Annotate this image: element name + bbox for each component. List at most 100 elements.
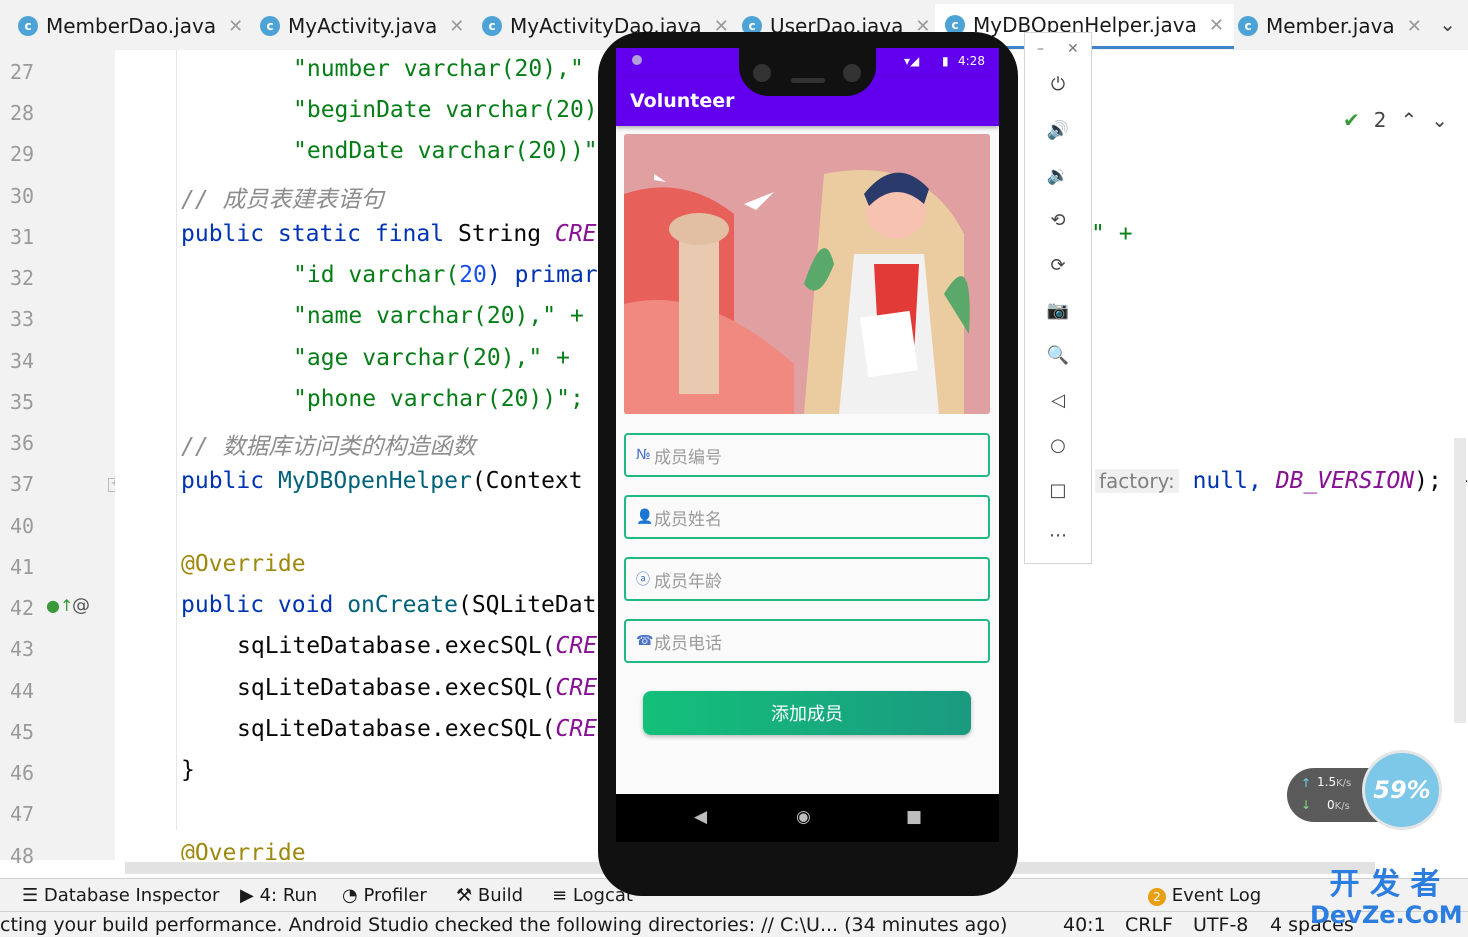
tab-label: MemberDao.java xyxy=(46,14,217,38)
add-member-button[interactable]: 添加成员 xyxy=(643,691,971,735)
home-icon[interactable]: ○ xyxy=(1046,434,1070,458)
database-inspector-tab[interactable]: ☰ Database Inspector xyxy=(22,885,219,906)
line-number: 27 xyxy=(10,60,35,84)
app-title: Volunteer xyxy=(630,90,735,112)
chevron-up-icon[interactable]: ⌃ xyxy=(1400,108,1417,132)
member-phone-placeholder: 成员电话 xyxy=(654,633,722,654)
line-gutter: 27 28 29 30 31 32 33 34 35 36 37 40 41 4… xyxy=(0,50,122,868)
profiler-tab[interactable]: ◔ Profiler xyxy=(342,885,427,906)
wifi-signal-icon: ▾◢ xyxy=(904,54,920,68)
rotate-left-icon[interactable]: ⟲ xyxy=(1046,209,1070,233)
file-encoding[interactable]: UTF-8 xyxy=(1193,914,1248,936)
member-id-input[interactable]: № 成员编号 xyxy=(624,433,990,477)
member-id-placeholder: 成员编号 xyxy=(654,447,722,468)
android-nav-bar: ◀ ◉ ■ xyxy=(616,794,999,842)
event-log-tab[interactable]: 2 Event Log xyxy=(1148,885,1261,906)
upload-speed: 1.5K/s xyxy=(1317,775,1352,789)
code-line-46: } xyxy=(181,757,195,783)
speaker-grille xyxy=(791,78,825,83)
camera-icon[interactable]: 📷 xyxy=(1046,299,1070,323)
event-log-badge: 2 xyxy=(1148,888,1166,906)
close-icon[interactable]: ✕ xyxy=(1209,15,1224,36)
phone-notch xyxy=(739,48,876,96)
code-line-27: "number varchar(20)," xyxy=(293,56,584,82)
close-icon[interactable]: ✕ xyxy=(228,16,243,37)
emulator-screen[interactable]: ▾◢ ▮ 4:28 Volunteer № 成员编号 👤 成员姓名 ⓐ 成员年龄 ☎ 成… xyxy=(616,48,999,842)
code-line-32: "id varchar(20) primar xyxy=(293,262,598,288)
status-message[interactable]: cting your build performance. Android St… xyxy=(0,914,1007,936)
check-icon: ✔ xyxy=(1342,108,1360,132)
line-separator[interactable]: CRLF xyxy=(1125,914,1173,936)
volume-down-icon[interactable]: 🔉 xyxy=(1046,164,1070,188)
inspection-widget[interactable]: ✔ 2 ⌃ ⌄ xyxy=(1343,108,1448,132)
line-number: 45 xyxy=(10,720,35,744)
code-line-45: sqLiteDatabase.execSQL(CRE xyxy=(237,716,598,742)
line-number: 37 xyxy=(10,472,35,496)
class-icon: c xyxy=(482,16,502,36)
back-icon[interactable]: ◁ xyxy=(1046,389,1070,413)
more-icon[interactable]: ⋯ xyxy=(1046,524,1070,548)
override-marker-icon[interactable]: ●↑ xyxy=(46,596,73,615)
zoom-icon[interactable]: 🔍 xyxy=(1046,344,1070,368)
tab-label: MyActivity.java xyxy=(288,14,438,38)
minimize-icon[interactable]: – xyxy=(1037,41,1044,57)
chevron-down-icon[interactable]: ⌄ xyxy=(1431,108,1448,132)
line-number: 42 xyxy=(10,596,35,620)
overview-icon[interactable]: □ xyxy=(1046,479,1070,503)
member-age-input[interactable]: ⓐ 成员年龄 xyxy=(624,557,990,601)
download-arrow-icon: ↓ xyxy=(1301,798,1312,812)
close-icon[interactable]: ✕ xyxy=(449,16,464,37)
class-icon: c xyxy=(260,16,280,36)
code-line-30: // 成员表建表语句 xyxy=(181,187,384,213)
line-number: 36 xyxy=(10,431,35,455)
class-icon: c xyxy=(18,16,38,36)
devze-watermark: 开 发 者 DevZe.CoM xyxy=(1310,870,1463,932)
line-number: 44 xyxy=(10,679,35,703)
line-number: 43 xyxy=(10,637,35,661)
rotate-right-icon[interactable]: ⟳ xyxy=(1046,254,1070,278)
download-speed: 0K/s xyxy=(1327,798,1350,812)
phone-icon: ☎ xyxy=(636,633,654,649)
annotation-marker-icon[interactable]: @ xyxy=(72,595,90,616)
member-name-input[interactable]: 👤 成员姓名 xyxy=(624,495,990,539)
hammer-icon: ⚒ xyxy=(456,885,473,906)
number-icon: № xyxy=(636,447,651,463)
line-number: 33 xyxy=(10,307,35,331)
member-phone-input[interactable]: ☎ 成员电话 xyxy=(624,619,990,663)
volume-up-icon[interactable]: 🔊 xyxy=(1046,119,1070,143)
line-number: 47 xyxy=(10,802,35,826)
back-icon[interactable]: ◀ xyxy=(694,807,707,827)
vertical-scrollbar[interactable] xyxy=(1454,438,1466,723)
code-line-31-tail: " + xyxy=(1091,221,1133,247)
front-camera-icon xyxy=(753,64,771,82)
run-icon: ▶ xyxy=(240,885,254,906)
notification-dot-icon xyxy=(632,55,642,65)
tab-memberdao[interactable]: c MemberDao.java ✕ xyxy=(18,6,243,46)
class-icon: c xyxy=(1238,16,1258,36)
tab-myactivity[interactable]: c MyActivity.java ✕ xyxy=(260,6,464,46)
status-bar: cting your build performance. Android St… xyxy=(0,911,1468,937)
inspection-count: 2 xyxy=(1373,108,1387,132)
build-tab[interactable]: ⚒ Build xyxy=(456,885,523,906)
home-icon[interactable]: ◉ xyxy=(796,807,811,827)
banner-illustration xyxy=(624,134,990,414)
chevron-down-icon[interactable]: ⌄ xyxy=(1439,12,1456,36)
code-line-36: // 数据库访问类的构造函数 xyxy=(181,434,476,460)
code-line-33: "name varchar(20)," + xyxy=(293,303,584,329)
recents-icon[interactable]: ■ xyxy=(906,807,922,827)
power-icon[interactable]: ⏻ xyxy=(1046,73,1070,97)
line-number: 31 xyxy=(10,225,35,249)
run-tab[interactable]: ▶ 4: Run xyxy=(240,885,317,906)
tab-member[interactable]: c Member.java ✕ xyxy=(1238,6,1422,46)
code-line-29: "endDate varchar(20))" xyxy=(293,138,598,164)
battery-icon: ▮ xyxy=(942,54,949,68)
line-number: 34 xyxy=(10,349,35,373)
memory-usage-indicator[interactable]: 59% xyxy=(1362,750,1442,830)
close-icon[interactable]: ✕ xyxy=(1407,16,1422,37)
close-icon[interactable]: ✕ xyxy=(1067,41,1079,57)
age-icon: ⓐ xyxy=(636,572,650,588)
code-line-34: "age varchar(20)," + xyxy=(293,345,570,371)
tab-label: Member.java xyxy=(1266,14,1395,38)
watermark-line2: DevZe.CoM xyxy=(1310,901,1463,929)
caret-position[interactable]: 40:1 xyxy=(1063,914,1106,936)
